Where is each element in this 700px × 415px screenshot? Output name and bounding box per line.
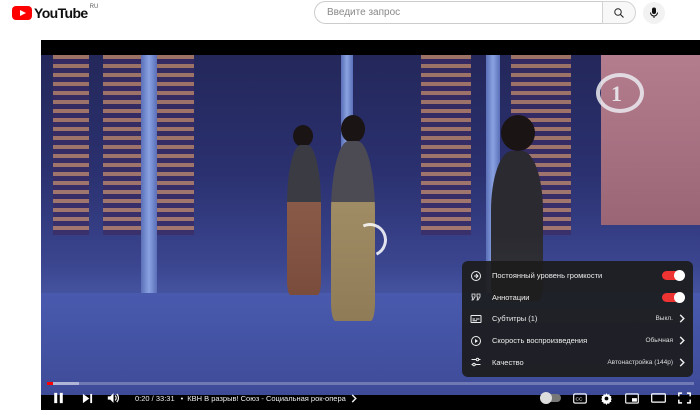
- player-controls: 0:20 / 33:31 • КВН В разрыв! Союз - Соци…: [41, 386, 700, 410]
- youtube-logo[interactable]: YouTube RU: [12, 4, 99, 21]
- autoplay-toggle[interactable]: [538, 386, 564, 410]
- search-box: [314, 1, 636, 24]
- settings-item-stable-volume[interactable]: Постоянный уровень громкости: [462, 265, 693, 287]
- menu-item-label: Субтитры (1): [492, 314, 538, 324]
- menu-item-value: Выкл.: [655, 315, 673, 323]
- youtube-watch-page: YouTube RU 1: [0, 0, 700, 415]
- performer-head: [341, 115, 365, 143]
- settings-menu: Постоянный уровень громкости Аннотации С…: [462, 261, 693, 377]
- svg-text:CC: CC: [575, 396, 583, 402]
- volume-icon: [107, 393, 119, 403]
- chevron-right-icon: [678, 314, 686, 324]
- annotations-icon: [469, 290, 483, 304]
- chevron-right-icon: [678, 336, 686, 346]
- logo-region-code: RU: [89, 4, 99, 10]
- theater-mode-icon: [650, 393, 666, 403]
- next-button[interactable]: [75, 386, 99, 410]
- chapter-separator: •: [180, 393, 184, 403]
- stage-backdrop-tower: [53, 55, 89, 235]
- performer-head: [501, 115, 535, 151]
- chapter-button[interactable]: • КВН В разрыв! Союз - Социальная рок-оп…: [181, 394, 357, 403]
- play-pause-button[interactable]: [41, 386, 75, 410]
- menu-item-value: Обычная: [645, 337, 673, 345]
- time-display: 0:20 / 33:31: [135, 393, 175, 403]
- settings-item-quality[interactable]: Качество Автонастройка (144p): [462, 351, 693, 373]
- performer-left: [287, 145, 321, 295]
- subtitles-button[interactable]: CC: [570, 386, 590, 410]
- fullscreen-icon: [677, 392, 691, 404]
- settings-item-annotations[interactable]: Аннотации: [462, 287, 693, 309]
- chapter-title: КВН В разрыв! Союз - Социальная рок-опер…: [187, 393, 346, 403]
- menu-item-label: Качество: [492, 357, 524, 367]
- masthead: YouTube RU: [0, 0, 700, 26]
- performer-head: [293, 125, 313, 147]
- menu-item-value: Автонастройка (144p): [607, 358, 673, 366]
- search-icon: [614, 7, 624, 18]
- autoplay-switch-icon: [540, 392, 561, 404]
- subtitles-icon: [469, 312, 483, 326]
- gear-icon: [600, 392, 612, 405]
- search-button[interactable]: [602, 1, 636, 24]
- logo-text: YouTube: [34, 5, 88, 21]
- search-input[interactable]: [314, 1, 602, 24]
- right-controls: CC: [538, 386, 694, 410]
- menu-item-label: Скорость воспроизведения: [492, 336, 588, 346]
- progress-played: [47, 382, 54, 385]
- annotations-toggle[interactable]: [662, 291, 685, 303]
- progress-bar[interactable]: [47, 382, 694, 385]
- playback-speed-icon: [469, 334, 483, 348]
- miniplayer-icon: [625, 392, 639, 404]
- voice-search-button[interactable]: [643, 2, 665, 24]
- video-player[interactable]: 1 Постоянный уровень громкости Аннотации…: [41, 40, 700, 410]
- youtube-play-logo-icon: [12, 6, 32, 20]
- settings-button[interactable]: [596, 386, 616, 410]
- next-icon: [82, 393, 92, 403]
- stable-volume-icon: [469, 269, 483, 283]
- settings-item-playback-speed[interactable]: Скорость воспроизведения Обычная: [462, 330, 693, 352]
- stage-backdrop-tower: [154, 55, 194, 235]
- fullscreen-button[interactable]: [674, 386, 694, 410]
- channel-one-watermark-mark: 1: [611, 81, 622, 106]
- chevron-right-icon: [351, 393, 357, 403]
- microphone-icon: [650, 7, 658, 18]
- miniplayer-button[interactable]: [622, 386, 642, 410]
- stage-pillar: [141, 55, 157, 295]
- menu-item-label: Аннотации: [492, 292, 530, 302]
- quality-icon: [469, 355, 483, 369]
- menu-item-label: Постоянный уровень громкости: [492, 271, 603, 281]
- subtitles-icon: CC: [573, 392, 587, 404]
- stage-backdrop-tower: [103, 55, 141, 235]
- pause-icon: [53, 392, 63, 404]
- settings-item-subtitles[interactable]: Субтитры (1) Выкл.: [462, 308, 693, 330]
- theater-mode-button[interactable]: [648, 386, 668, 410]
- mute-button[interactable]: [99, 386, 127, 410]
- stable-volume-toggle[interactable]: [662, 270, 685, 282]
- chevron-right-icon: [678, 357, 686, 367]
- stage-backdrop-tower: [421, 55, 471, 235]
